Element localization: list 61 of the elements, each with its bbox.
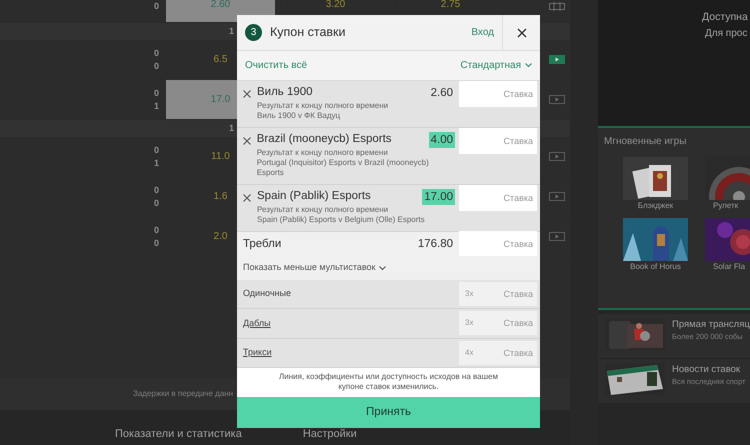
count-badge: 3 <box>245 24 262 41</box>
close-icon <box>243 90 251 98</box>
multiplier-label: 3x <box>459 311 489 336</box>
score: 0 <box>152 60 159 72</box>
stream-subtitle: Для прос <box>705 26 748 41</box>
multiplier-label: 3x <box>459 282 489 306</box>
column-header: 1 <box>229 122 234 135</box>
play-icon[interactable] <box>549 192 565 201</box>
multiplier-label: 4x <box>459 340 489 365</box>
score: 0 <box>152 196 159 210</box>
betslip-title: Купон ставки <box>270 24 347 42</box>
odds-value: 2.60 <box>430 86 454 102</box>
game-label[interactable]: Рулетк <box>705 200 750 212</box>
multiple-link[interactable]: Трикси <box>243 346 459 360</box>
login-link[interactable]: Вход <box>471 25 494 40</box>
stake-field[interactable]: Ставка <box>459 81 537 108</box>
score: 1 <box>152 100 159 112</box>
close-icon <box>242 136 251 145</box>
multiple-link[interactable]: Даблы <box>243 316 459 330</box>
change-notice: Линия, коэффициенты или доступность исходов на вашем купоне ставок изменились. <box>278 370 499 393</box>
accept-button[interactable]: Принять <box>237 397 540 428</box>
bet-mode-dropdown[interactable]: Стандартная <box>460 58 532 74</box>
odds-value: 176.80 <box>416 237 454 252</box>
promo-title[interactable]: Новости ставок <box>672 363 746 376</box>
score: 0 <box>152 144 159 156</box>
column-header: 1 <box>229 24 234 38</box>
stake-field[interactable]: Ставка <box>489 282 537 306</box>
delay-notice: Задержки в передаче данн <box>133 388 234 400</box>
score: 0 <box>152 46 159 60</box>
play-icon[interactable] <box>549 232 565 241</box>
stats-link[interactable]: Показатели и статистика <box>115 426 242 442</box>
promo-title[interactable]: Прямая трансляц <box>672 318 750 331</box>
game-label[interactable]: Solar Fla <box>705 261 750 273</box>
close-icon <box>516 28 526 38</box>
toggle-multiples-link[interactable]: Показать меньше мультиставок <box>237 256 540 280</box>
stake-field[interactable]: Ставка <box>489 311 537 336</box>
stats-icon[interactable] <box>549 2 565 11</box>
play-icon[interactable] <box>549 95 565 104</box>
game-label[interactable]: Book of Horus <box>623 261 688 273</box>
play-icon[interactable] <box>549 55 565 64</box>
odds-value: 4.00 <box>428 132 455 148</box>
score: 1 <box>152 156 159 170</box>
chevron-icon <box>525 63 532 68</box>
chevron-icon <box>379 266 386 271</box>
score: 0 <box>152 236 159 250</box>
stake-field[interactable]: Ставка <box>459 231 537 258</box>
game-label[interactable]: Блэкджек <box>623 200 688 212</box>
score: 0 <box>152 224 159 236</box>
section-title: Мгновенные игры <box>604 135 688 149</box>
stake-field[interactable]: Ставка <box>459 185 537 212</box>
score: 0 <box>152 0 159 13</box>
score: 0 <box>152 184 159 196</box>
odds-value: 17.00 <box>422 189 455 206</box>
play-icon[interactable] <box>549 152 565 161</box>
multiple-label: Одиночные <box>243 287 292 300</box>
stake-field[interactable]: Ставка <box>489 340 537 365</box>
stream-title: Доступна <box>702 10 749 25</box>
close-icon <box>243 194 251 202</box>
stake-field[interactable]: Ставка <box>459 128 537 154</box>
score: 0 <box>152 86 159 100</box>
settings-link[interactable]: Настройки <box>302 426 357 442</box>
